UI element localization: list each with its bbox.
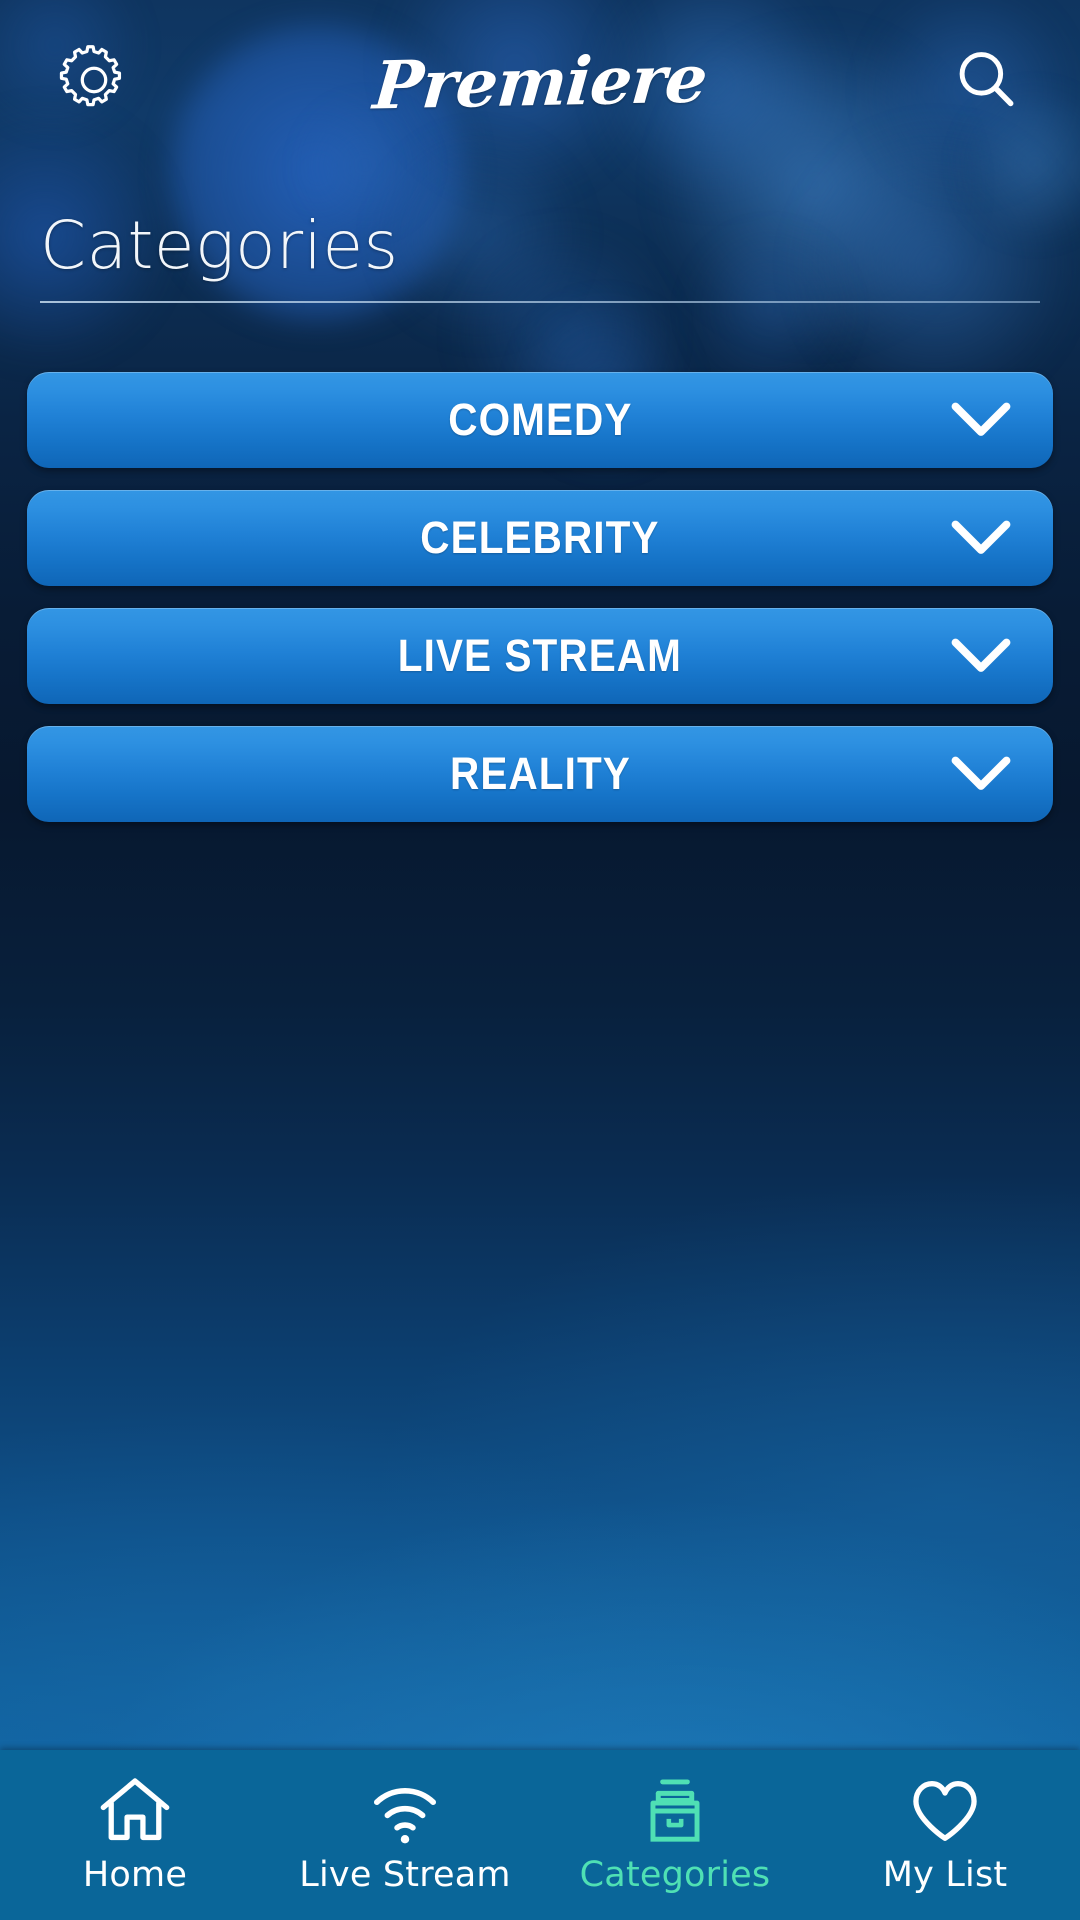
category-label: REALITY — [449, 748, 631, 799]
chevron-down-icon[interactable] — [945, 396, 1017, 444]
title-divider — [40, 301, 1040, 303]
nav-item-live-stream[interactable]: Live Stream — [270, 1750, 540, 1920]
app-screen: Premiere Categories COMEDY CELEBRITY LIV… — [0, 0, 1080, 1920]
category-item-live-stream[interactable]: LIVE STREAM — [27, 608, 1053, 704]
nav-item-home[interactable]: Home — [0, 1750, 270, 1920]
chevron-down-icon[interactable] — [945, 632, 1017, 680]
category-item-celebrity[interactable]: CELEBRITY — [27, 490, 1053, 586]
page-title: Categories — [40, 207, 399, 284]
nav-label: Home — [82, 1855, 188, 1895]
home-icon — [96, 1772, 174, 1850]
category-list: COMEDY CELEBRITY LIVE STREAM REALITY — [27, 372, 1053, 844]
nav-label: Live Stream — [299, 1855, 511, 1895]
bottom-navigation: Home Live Stream Categories My List — [0, 1750, 1080, 1920]
chevron-down-icon[interactable] — [945, 750, 1017, 798]
nav-item-categories[interactable]: Categories — [540, 1750, 810, 1920]
category-item-comedy[interactable]: COMEDY — [27, 372, 1053, 468]
category-label: LIVE STREAM — [397, 630, 683, 681]
nav-item-my-list[interactable]: My List — [810, 1750, 1080, 1920]
category-label: CELEBRITY — [420, 512, 660, 563]
gear-icon — [59, 45, 122, 107]
app-header: Premiere — [0, 0, 1080, 160]
chevron-down-icon[interactable] — [945, 514, 1017, 562]
brand-title: Premiere — [370, 39, 710, 125]
heart-icon — [906, 1772, 984, 1850]
category-label: COMEDY — [447, 394, 633, 445]
file-box-icon — [636, 1772, 714, 1850]
wifi-icon — [366, 1772, 444, 1850]
brand-logo: Premiere — [142, 40, 938, 125]
nav-label: Categories — [579, 1855, 771, 1895]
search-icon — [959, 52, 1014, 107]
category-item-reality[interactable]: REALITY — [27, 726, 1053, 822]
page-title-section: Categories — [40, 213, 1040, 303]
settings-button[interactable] — [46, 32, 142, 128]
search-button[interactable] — [938, 32, 1034, 128]
nav-label: My List — [882, 1855, 1008, 1895]
